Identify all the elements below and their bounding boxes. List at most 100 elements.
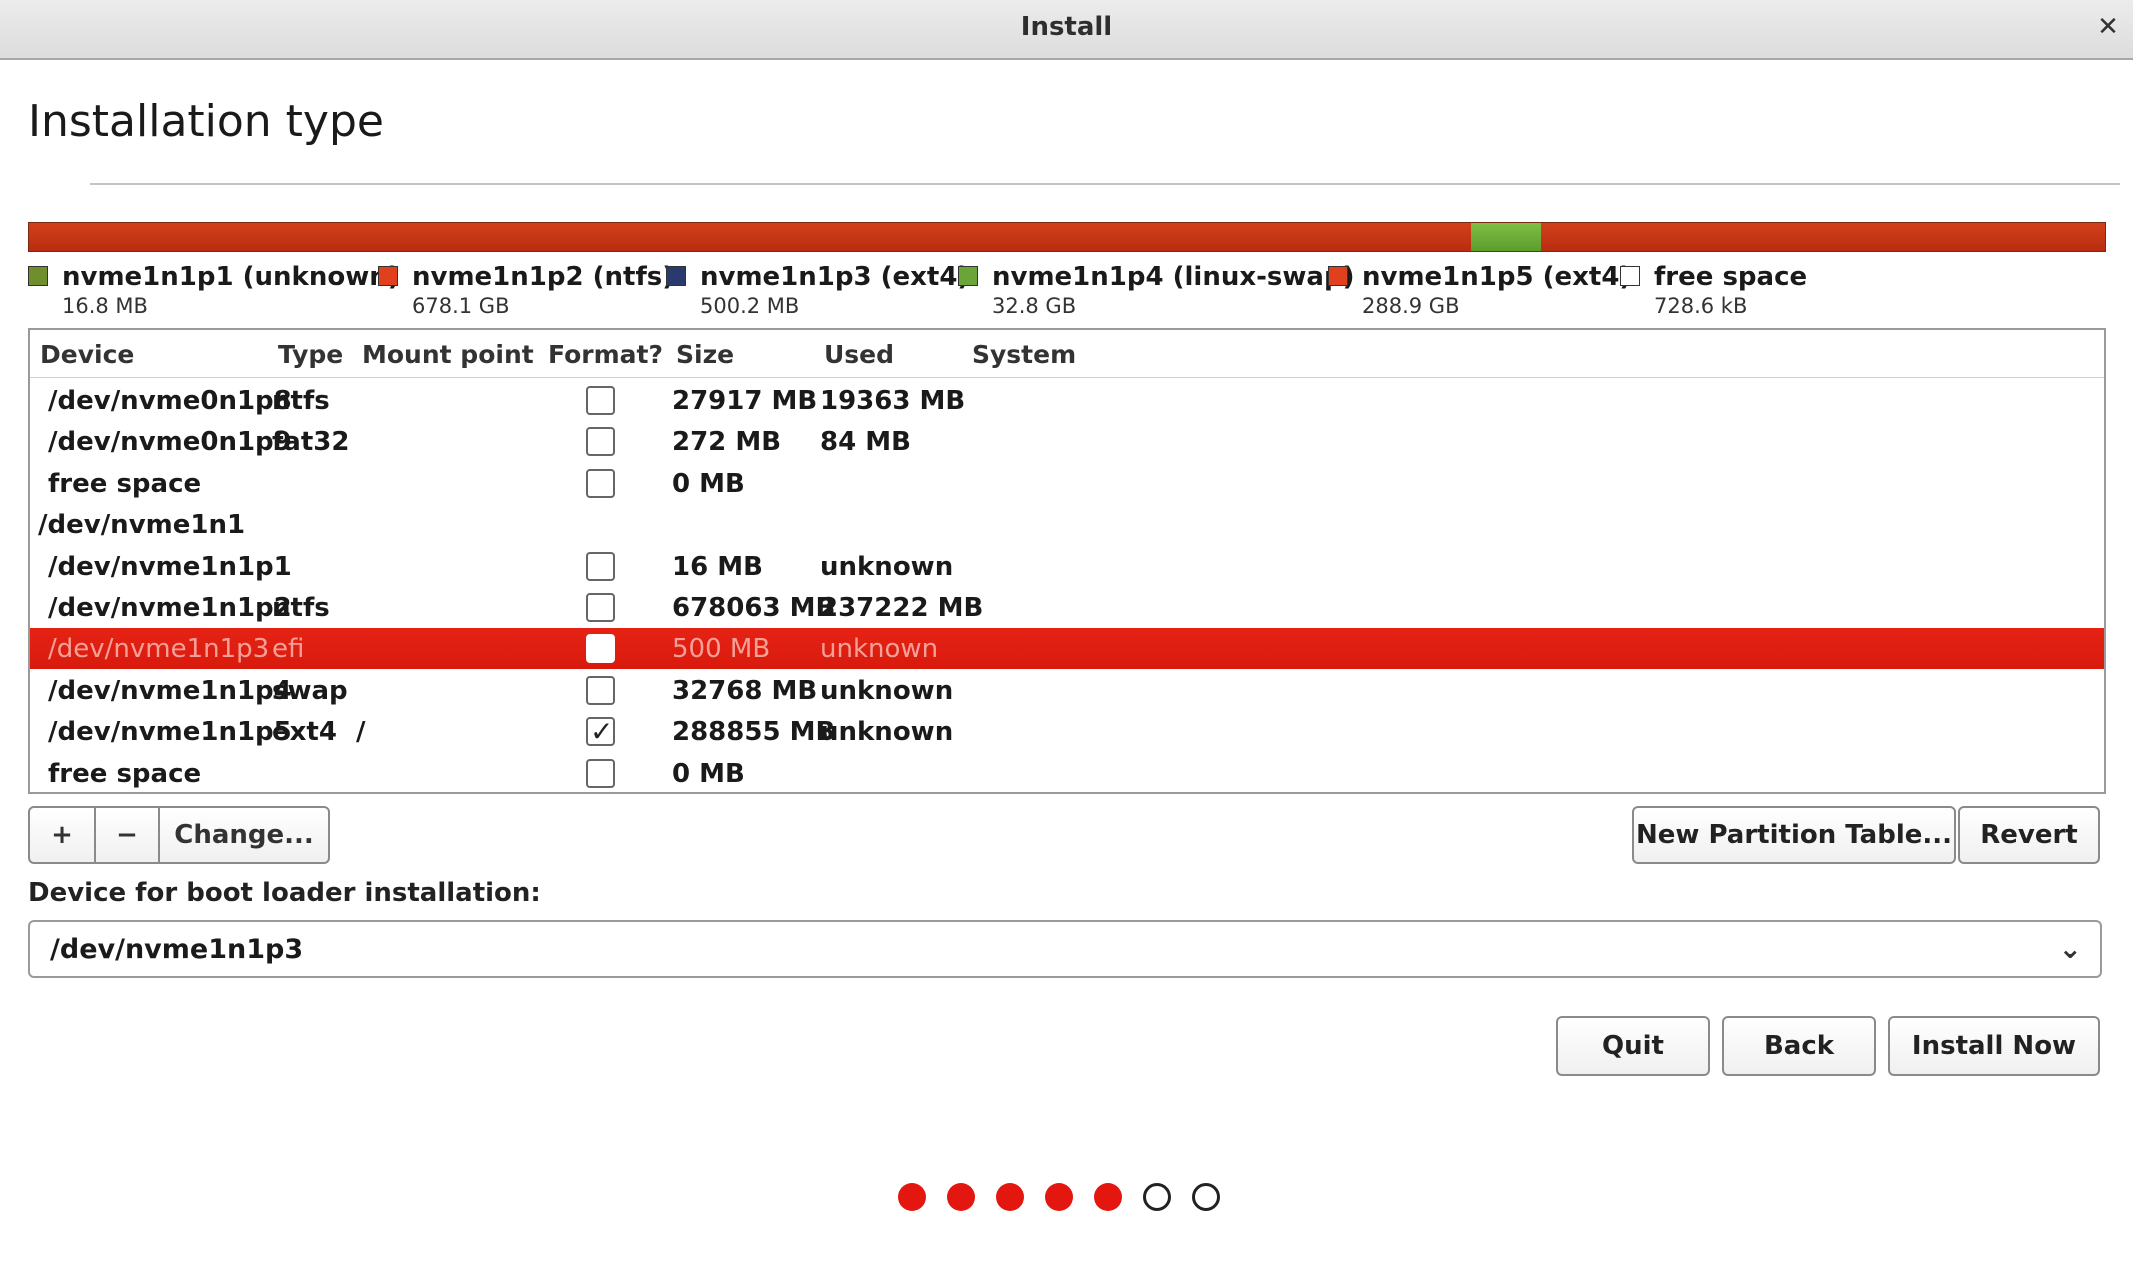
table-row[interactable]: /dev/nvme0n1p8 ntfs 27917 MB 19363 MB <box>30 380 2104 421</box>
new-partition-table-button[interactable]: New Partition Table... <box>1632 806 1956 864</box>
window-title: Install <box>1020 12 1113 42</box>
divider <box>90 183 2120 185</box>
legend-size: 678.1 GB <box>412 294 510 318</box>
cell-device: /dev/nvme1n1 <box>38 510 246 541</box>
page-title: Installation type <box>28 96 384 147</box>
format-checkbox[interactable] <box>586 593 615 622</box>
format-checkbox[interactable] <box>586 758 615 788</box>
table-row[interactable]: /dev/nvme1n1 <box>30 504 2104 545</box>
step-dot-complete <box>947 1183 975 1211</box>
step-dot-complete <box>1094 1183 1122 1211</box>
add-partition-button[interactable]: + <box>30 808 94 862</box>
column-header-system[interactable]: System <box>972 340 1076 369</box>
boot-loader-select[interactable]: /dev/nvme1n1p3 ⌄ <box>28 920 2102 978</box>
table-row[interactable]: /dev/nvme1n1p4 swap 32768 MB unknown <box>30 670 2104 711</box>
cell-device: /dev/nvme1n1p3 <box>48 634 270 665</box>
partition-bar-segment <box>1471 223 1541 251</box>
cell-device: free space <box>48 758 202 789</box>
boot-loader-label: Device for boot loader installation: <box>28 878 541 908</box>
column-header-device[interactable]: Device <box>40 340 134 369</box>
cell-device: /dev/nvme1n1p1 <box>48 551 292 582</box>
back-button[interactable]: Back <box>1722 1016 1876 1076</box>
legend-swatch <box>1620 266 1640 286</box>
table-row[interactable]: free space 0 MB <box>30 463 2104 504</box>
legend-name: nvme1n1p5 (ext4) <box>1362 262 1632 292</box>
cell-device: /dev/nvme0n1p8 <box>48 386 292 416</box>
table-row[interactable]: /dev/nvme1n1p1 16 MB unknown <box>30 546 2104 587</box>
cell-size: 272 MB <box>672 427 782 458</box>
format-checkbox[interactable] <box>586 468 615 498</box>
legend-name: nvme1n1p4 (linux-swap) <box>992 262 1355 292</box>
cell-used: 19363 MB <box>820 386 966 416</box>
cell-type: swap <box>272 675 348 706</box>
cell-type: ext4 <box>272 717 337 748</box>
cell-device: /dev/nvme1n1p2 <box>48 593 292 623</box>
partition-table[interactable]: Device Type Mount point Format? Size Use… <box>28 328 2106 794</box>
step-dot-complete <box>996 1183 1024 1211</box>
column-header-type[interactable]: Type <box>278 340 343 369</box>
partition-bar-segment <box>29 223 1472 251</box>
column-header-size[interactable]: Size <box>676 340 734 369</box>
cell-size: 16 MB <box>672 551 763 582</box>
table-row[interactable]: free space 0 MB <box>30 753 2104 794</box>
table-row[interactable]: /dev/nvme1n1p3 efi 500 MB unknown <box>30 628 2104 670</box>
step-dot-complete <box>898 1183 926 1211</box>
cell-device: /dev/nvme1n1p5 <box>48 717 292 748</box>
window-titlebar: Install ✕ <box>0 0 2133 60</box>
format-checkbox[interactable] <box>586 634 615 664</box>
cell-used: unknown <box>820 551 954 582</box>
legend-name: nvme1n1p3 (ext4) <box>700 262 970 292</box>
table-row[interactable]: /dev/nvme1n1p2 ntfs 678063 MB 237222 MB <box>30 587 2104 628</box>
cell-device: /dev/nvme1n1p4 <box>48 675 292 706</box>
column-header-mount-point[interactable]: Mount point <box>362 340 534 369</box>
legend-swatch <box>958 266 978 286</box>
cell-type: ntfs <box>272 386 330 416</box>
cell-device: /dev/nvme0n1p9 <box>48 427 292 458</box>
cell-size: 27917 MB <box>672 386 818 416</box>
install-now-button[interactable]: Install Now <box>1888 1016 2100 1076</box>
cell-mount-point: / <box>356 717 366 748</box>
legend-name: free space <box>1654 262 1808 292</box>
cell-used: unknown <box>820 634 939 665</box>
format-checkbox[interactable] <box>586 427 615 457</box>
change-partition-button[interactable]: Change... <box>160 808 328 862</box>
quit-button[interactable]: Quit <box>1556 1016 1710 1076</box>
cell-size: 678063 MB <box>672 593 836 623</box>
legend-name: nvme1n1p2 (ntfs) <box>412 262 675 292</box>
legend-name: nvme1n1p1 (unknown) <box>62 262 400 292</box>
partition-edit-toolbar: + − Change... <box>28 806 330 864</box>
table-header: Device Type Mount point Format? Size Use… <box>30 330 2104 378</box>
cell-device: free space <box>48 468 202 499</box>
cell-size: 288855 MB <box>672 717 836 748</box>
cell-used: unknown <box>820 675 954 706</box>
format-checkbox[interactable] <box>586 715 615 748</box>
boot-loader-value: /dev/nvme1n1p3 <box>50 934 304 965</box>
cell-type: fat32 <box>272 427 350 458</box>
legend-swatch <box>1328 266 1348 286</box>
legend-size: 16.8 MB <box>62 294 148 318</box>
legend-size: 500.2 MB <box>700 294 800 318</box>
step-dot-pending <box>1143 1183 1171 1211</box>
legend-size: 288.9 GB <box>1362 294 1460 318</box>
step-dot-complete <box>1045 1183 1073 1211</box>
remove-partition-button[interactable]: − <box>96 808 158 862</box>
column-header-used[interactable]: Used <box>824 340 894 369</box>
revert-button[interactable]: Revert <box>1958 806 2100 864</box>
cell-used: 237222 MB <box>820 593 984 623</box>
cell-size: 32768 MB <box>672 675 818 706</box>
table-row[interactable]: /dev/nvme0n1p9 fat32 272 MB 84 MB <box>30 421 2104 462</box>
close-icon[interactable]: ✕ <box>2093 12 2123 42</box>
partition-bar-segment <box>1540 223 2105 251</box>
cell-used: unknown <box>820 717 954 748</box>
format-checkbox[interactable] <box>586 386 615 415</box>
format-checkbox[interactable] <box>586 675 615 705</box>
column-header-format[interactable]: Format? <box>548 340 663 369</box>
table-row[interactable]: /dev/nvme1n1p5 ext4 / 288855 MB unknown <box>30 711 2104 752</box>
legend-swatch <box>28 266 48 286</box>
cell-size: 500 MB <box>672 634 771 665</box>
cell-type: ntfs <box>272 593 330 623</box>
legend-swatch <box>666 266 686 286</box>
cell-type: efi <box>272 634 305 665</box>
format-checkbox[interactable] <box>586 551 615 581</box>
legend-swatch <box>378 266 398 286</box>
